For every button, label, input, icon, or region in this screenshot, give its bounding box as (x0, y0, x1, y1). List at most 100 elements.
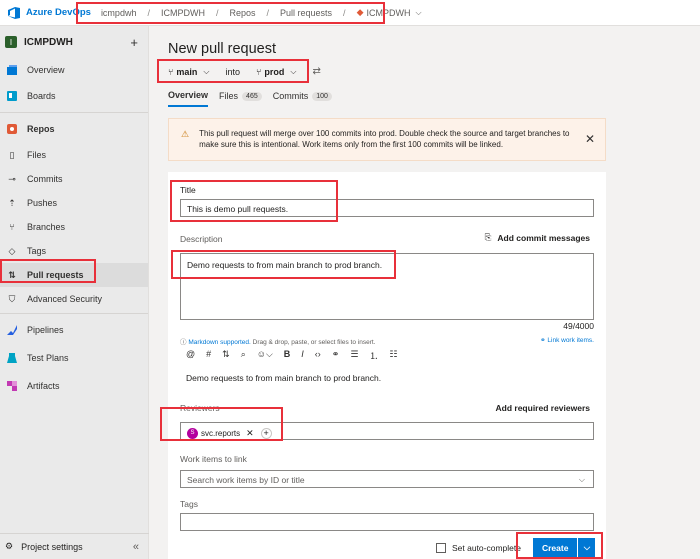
hashtag-icon[interactable]: # (206, 349, 211, 362)
code-icon[interactable]: ‹› (315, 349, 321, 362)
project-settings-label: Project settings (21, 541, 83, 552)
breadcrumb-project[interactable]: ICMPDWH (161, 8, 205, 18)
avatar: S (187, 427, 198, 439)
project-settings[interactable]: ⚙ Project settings « (0, 533, 149, 559)
sidebar-item-pipelines[interactable]: Pipelines (0, 316, 148, 344)
tab-commits[interactable]: Commits 100 (273, 90, 332, 107)
sidebar-item-advanced-security[interactable]: ⛉ Advanced Security (0, 287, 148, 311)
swap-branches-icon[interactable]: ⇄ (313, 66, 321, 77)
collapse-sidebar-icon[interactable]: « (133, 541, 139, 553)
breadcrumb-pull-requests[interactable]: Pull requests (280, 8, 332, 18)
sidebar-item-label: Pushes (27, 198, 58, 208)
sidebar-item-branches[interactable]: ⑂ Branches (0, 215, 148, 239)
sidebar-item-label: Tags (27, 246, 47, 256)
clipboard-icon: ⎘ (484, 232, 492, 242)
description-preview: Demo requests to from main branch to pro… (186, 373, 382, 383)
tab-label: Files (219, 91, 239, 101)
sidebar-item-artifacts[interactable]: Artifacts (0, 372, 148, 400)
azure-devops-logo-icon[interactable] (5, 4, 23, 22)
description-value: Demo requests to from main branch to pro… (187, 260, 383, 270)
reviewers-input[interactable]: S svc.reports ✕ + (180, 422, 594, 440)
breadcrumb: icmpdwh / ICMPDWH / Repos / Pull request… (101, 7, 422, 18)
branch-icon: ⑂ (9, 222, 15, 232)
create-button-group: Create ⌵ (532, 538, 596, 557)
sidebar-item-tags[interactable]: ◇ Tags (0, 239, 148, 263)
source-branch-dropdown[interactable]: ⑂ main ⌵ (168, 67, 210, 77)
add-required-reviewers-button[interactable]: Add required reviewers (496, 403, 590, 413)
warning-icon: ⚠ (181, 129, 190, 139)
sidebar-item-files[interactable]: ▯ Files (0, 143, 148, 167)
breadcrumb-separator: / (215, 7, 219, 18)
info-icon: ⓘ (180, 339, 187, 346)
tab-files[interactable]: Files 465 (219, 90, 262, 107)
repos-icon (5, 122, 19, 136)
chevron-down-icon: ⌵ (578, 475, 585, 484)
pull-request-form: Title This is demo pull requests. Descri… (168, 172, 606, 559)
auto-complete-checkbox[interactable] (436, 542, 446, 553)
emoji-icon[interactable]: ☺⌵ (257, 349, 273, 362)
tags-input[interactable] (180, 513, 594, 531)
breadcrumb-repo[interactable]: ICMPDWH (366, 8, 410, 18)
ordered-list-icon[interactable]: ⒈ (369, 349, 378, 362)
markdown-link[interactable]: Markdown supported. (188, 339, 251, 346)
add-commit-messages-button[interactable]: ⎘ Add commit messages (485, 232, 590, 243)
sidebar-item-label: Overview (27, 65, 65, 75)
main-content: New pull request ⑂ main ⌵ into ⑂ prod ⌵ … (150, 27, 700, 559)
sidebar-item-pushes[interactable]: ⇡ Pushes (0, 191, 148, 215)
reviewers-label: Reviewers (180, 403, 220, 413)
link-work-items-link[interactable]: ⚭ Link work items. (540, 336, 594, 344)
create-button[interactable]: Create (533, 538, 577, 557)
reviewer-chip: S svc.reports ✕ + (187, 427, 272, 439)
auto-complete-label: Set auto-complete (452, 542, 521, 553)
hyperlink-icon[interactable]: ⚭ (332, 349, 340, 362)
sidebar-item-label: Commits (27, 174, 63, 184)
checklist-icon[interactable]: ☷ (389, 349, 397, 362)
chevron-down-icon[interactable]: ⌵ (415, 8, 421, 18)
italic-icon[interactable]: I (301, 349, 304, 362)
description-textarea[interactable]: Demo requests to from main branch to pro… (180, 253, 594, 320)
count-badge: 100 (312, 91, 332, 101)
divider (0, 112, 148, 113)
count-badge: 465 (242, 91, 262, 101)
markdown-helper: ⓘ Markdown supported. Drag & drop, paste… (180, 336, 375, 346)
chevron-down-icon: ⌵ (203, 66, 210, 76)
sidebar-item-label: Boards (27, 91, 56, 101)
sidebar-item-pull-requests[interactable]: ⇅ Pull requests (0, 263, 148, 287)
helper-text: Drag & drop, paste, or select files to i… (252, 339, 376, 346)
project-name[interactable]: ICMPDWH (24, 37, 73, 48)
source-branch-label: main (176, 66, 198, 77)
breadcrumb-repos[interactable]: Repos (229, 8, 255, 18)
tab-label: Overview (168, 90, 209, 100)
sidebar: I ICMPDWH + Overview Boards Repos ▯ File… (0, 26, 149, 559)
project-badge: I (5, 36, 17, 48)
reviewer-name: svc.reports (201, 428, 241, 438)
brand-name[interactable]: Azure DevOps (26, 7, 91, 18)
sidebar-item-test-plans[interactable]: Test Plans (0, 344, 148, 372)
work-items-search-input[interactable]: Search work items by ID or title ⌵ (180, 470, 594, 488)
sidebar-item-label: Artifacts (27, 381, 60, 391)
pull-request-link-icon[interactable]: ⇅ (222, 349, 230, 362)
breadcrumb-org[interactable]: icmpdwh (101, 8, 137, 18)
push-icon: ⇡ (8, 197, 16, 208)
sidebar-item-repos[interactable]: Repos (0, 115, 148, 143)
branch-icon: ⑂ (168, 66, 174, 77)
title-input[interactable]: This is demo pull requests. (180, 199, 594, 217)
description-label: Description (180, 234, 223, 244)
top-bar: Azure DevOps icmpdwh / ICMPDWH / Repos /… (0, 0, 700, 26)
create-options-dropdown[interactable]: ⌵ (577, 538, 595, 557)
mention-icon[interactable]: @ (186, 349, 195, 362)
target-branch-dropdown[interactable]: ⑂ prod ⌵ (256, 67, 296, 77)
close-icon[interactable]: ✕ (585, 132, 595, 146)
sidebar-item-commits[interactable]: ⊸ Commits (0, 167, 148, 191)
page-title: New pull request (168, 41, 276, 57)
tab-overview[interactable]: Overview (168, 90, 209, 107)
sidebar-item-overview[interactable]: Overview (0, 58, 148, 82)
bold-icon[interactable]: B (284, 349, 291, 362)
remove-reviewer-icon[interactable]: ✕ (246, 428, 254, 439)
unordered-list-icon[interactable]: ☰ (350, 349, 358, 362)
file-icon: ▯ (9, 149, 15, 160)
plus-icon[interactable]: + (130, 35, 138, 50)
add-reviewer-icon[interactable]: + (260, 427, 272, 439)
attach-icon[interactable]: ⌕ (241, 349, 246, 362)
sidebar-item-boards[interactable]: Boards (0, 82, 148, 110)
